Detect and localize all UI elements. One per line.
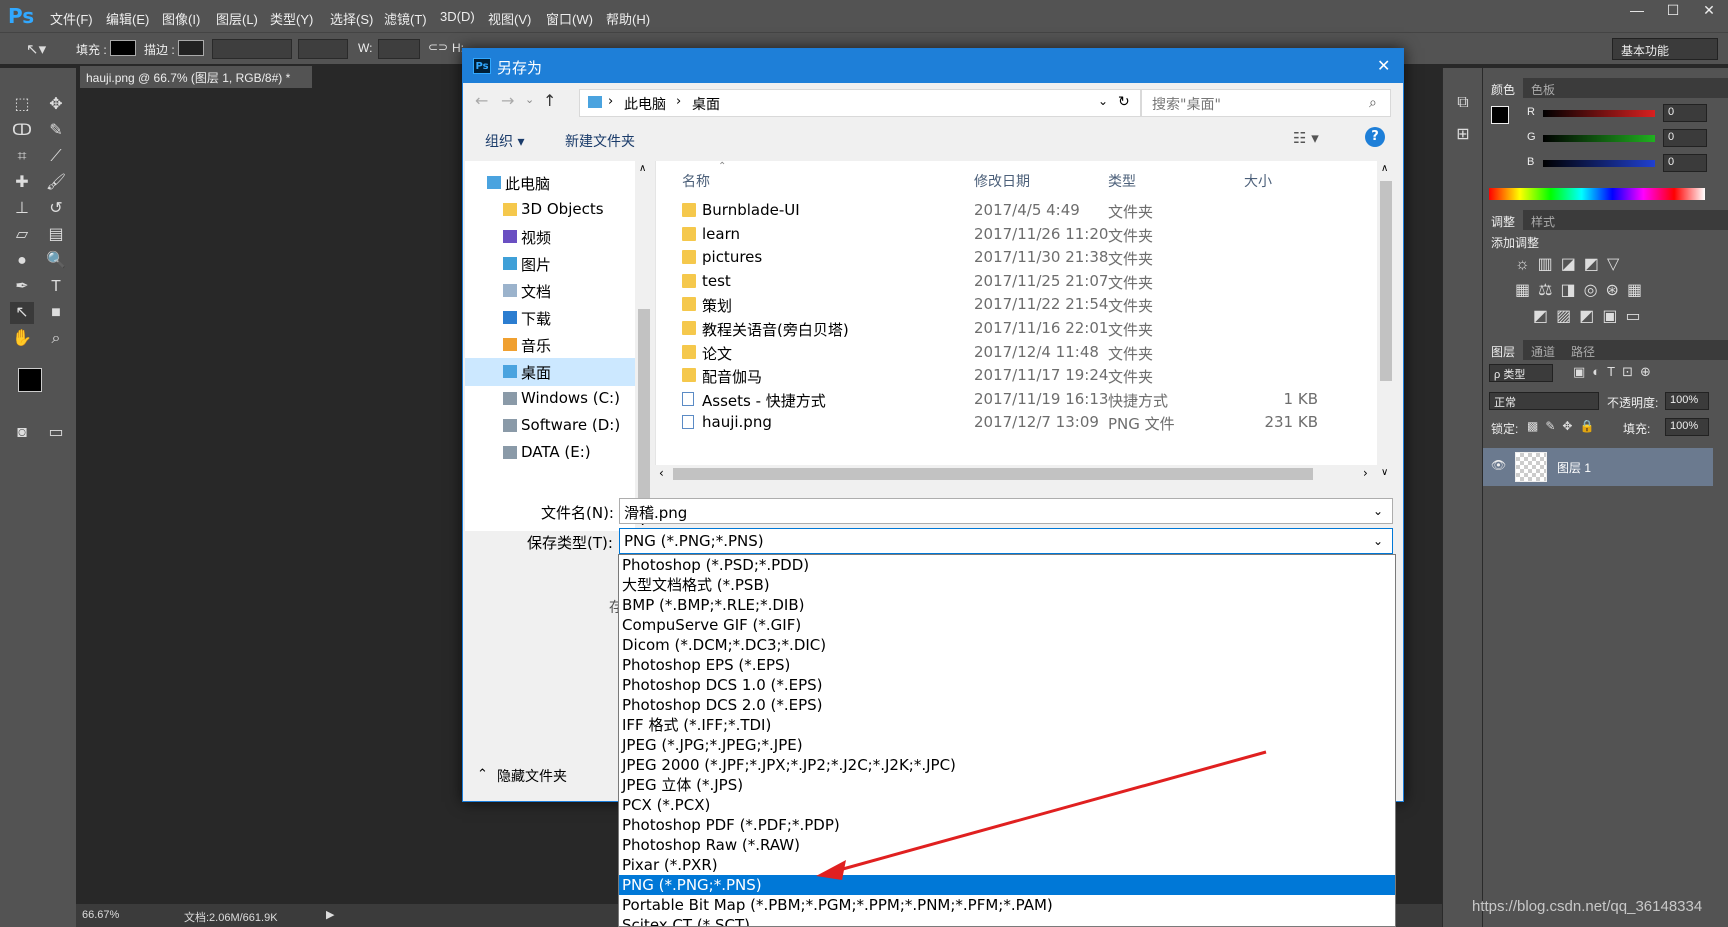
annotation-arrow (816, 750, 1267, 880)
watermark: https://blog.csdn.net/qq_36148334 (1472, 898, 1703, 915)
